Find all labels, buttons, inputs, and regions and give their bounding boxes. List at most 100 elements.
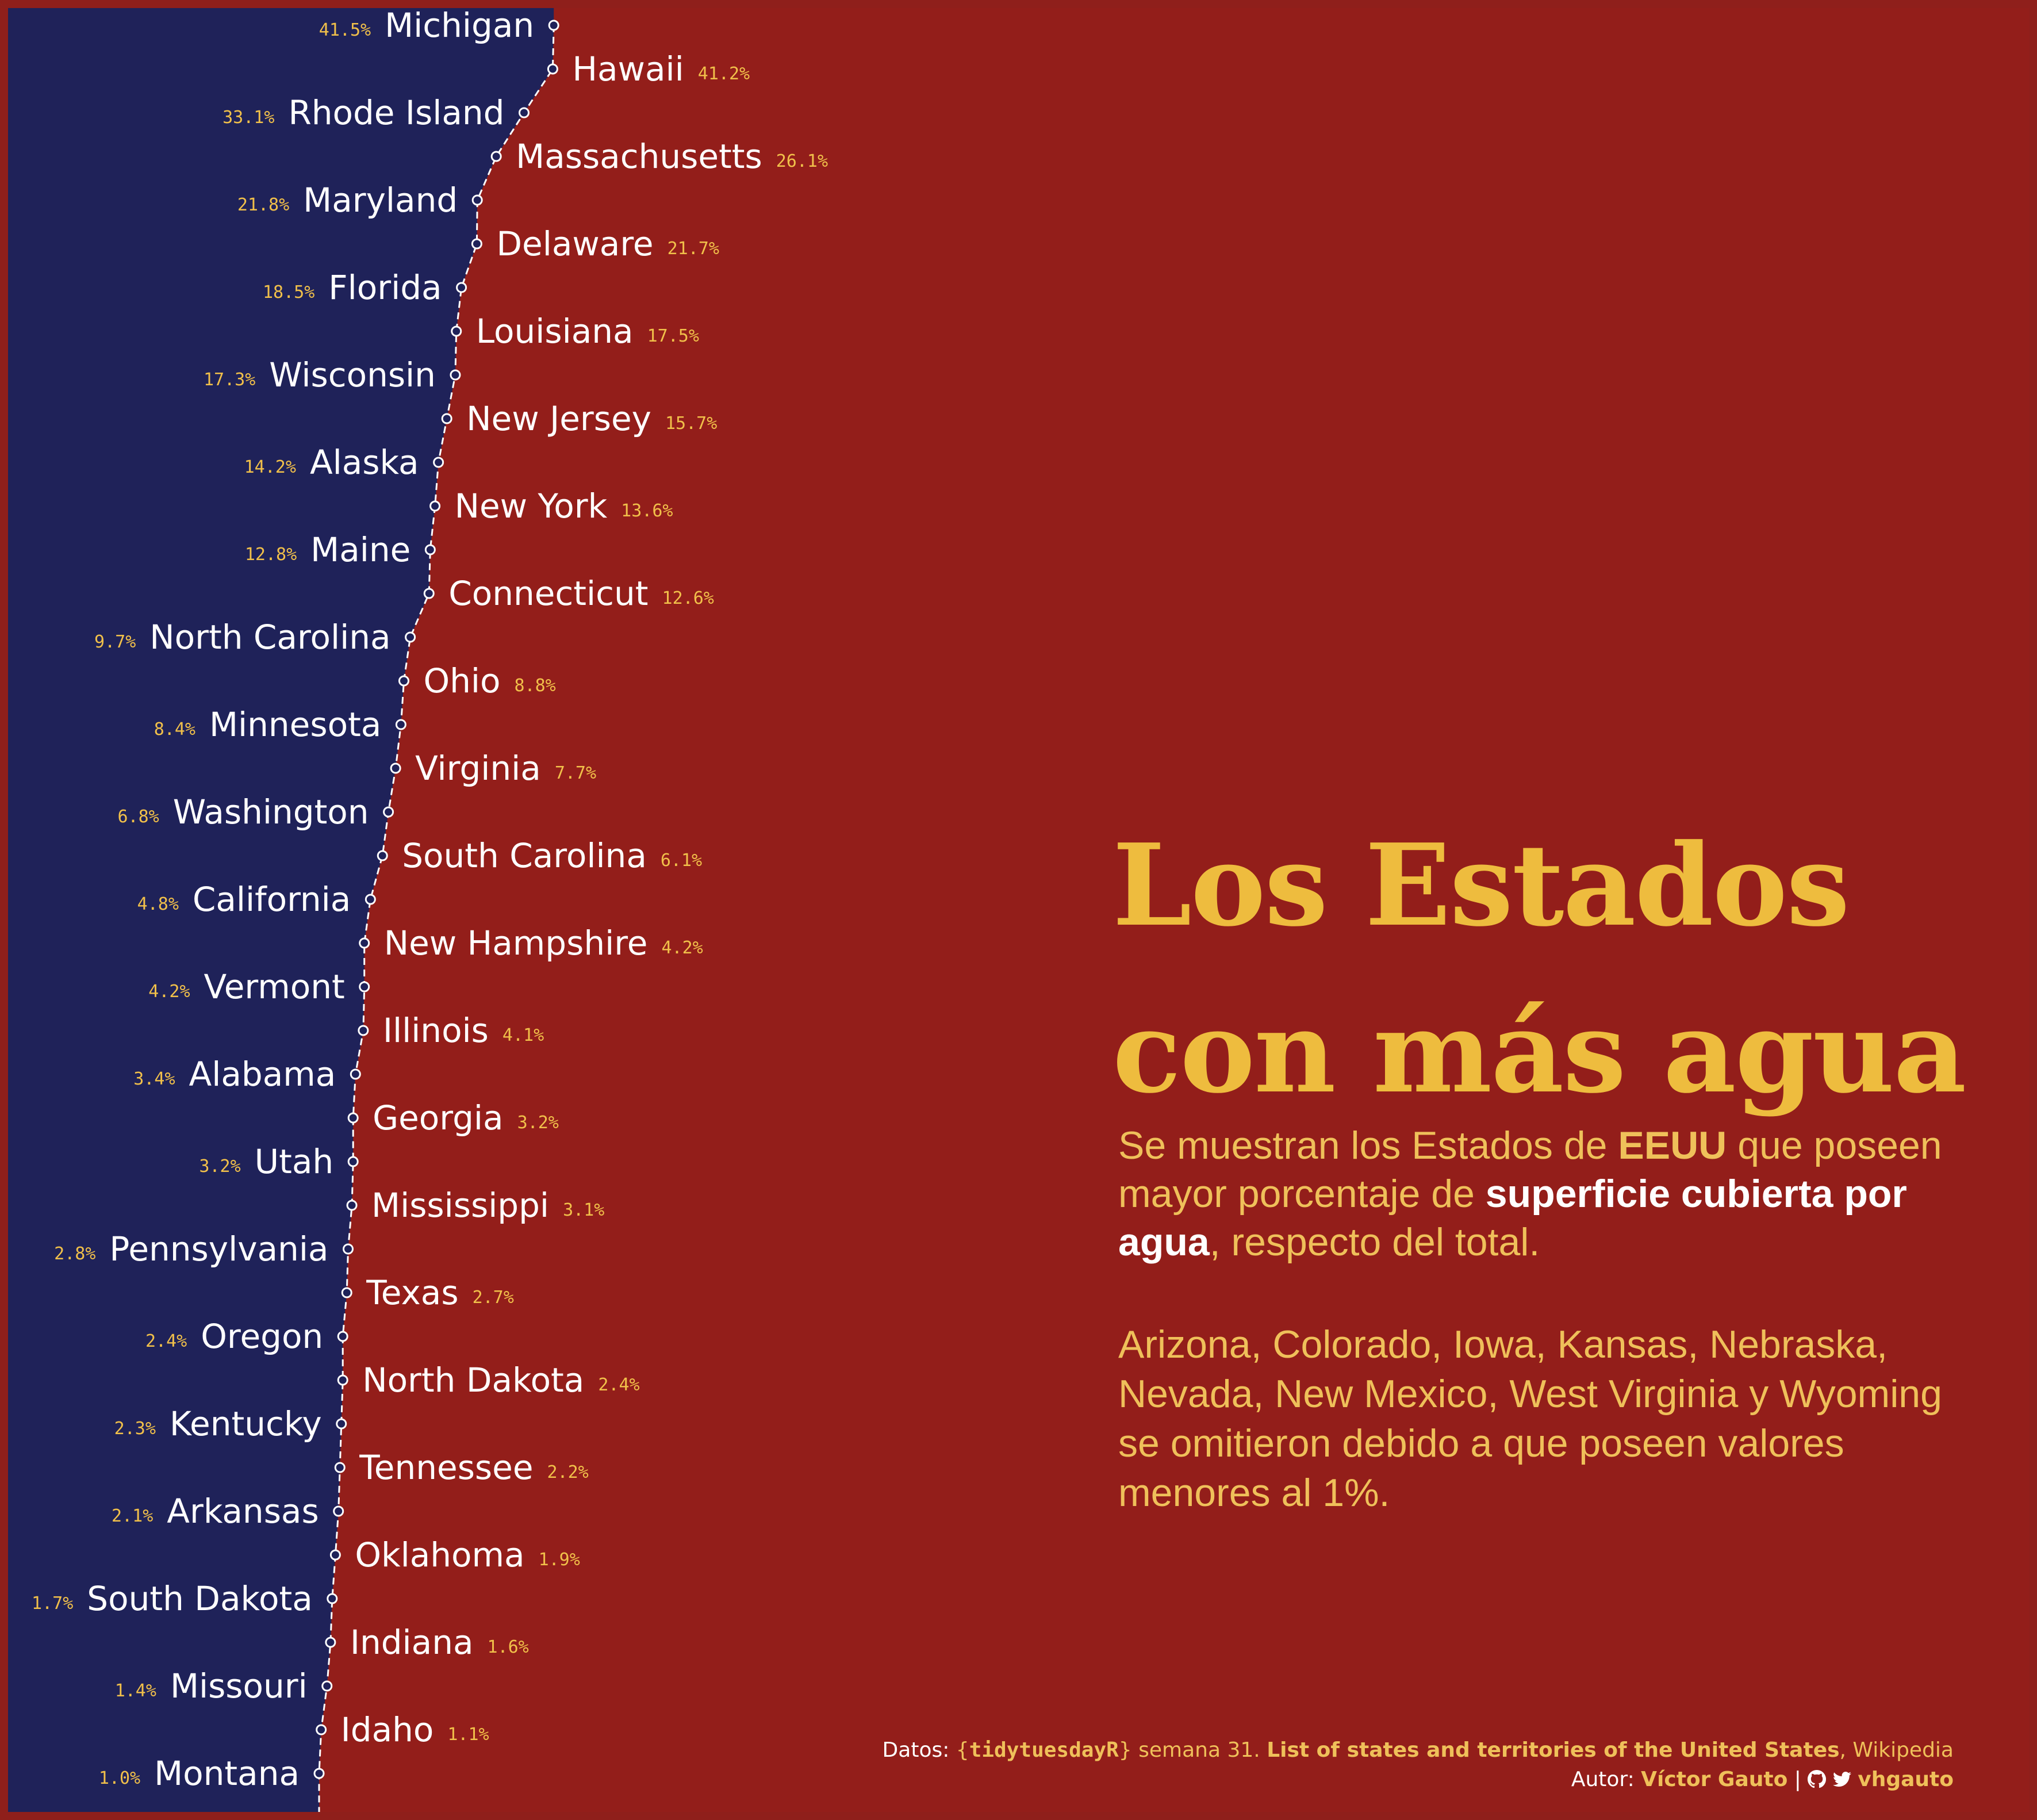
state-label: Rhode Island [288, 93, 504, 132]
state-point [423, 588, 435, 599]
state-point [316, 1724, 327, 1735]
value-label: 3.2% [517, 1113, 559, 1133]
state-point [334, 1462, 346, 1473]
description-highlight-eeuu: EEUU [1618, 1124, 1727, 1167]
state-point [365, 894, 376, 905]
state-label: Ohio [423, 661, 500, 700]
state-point [547, 63, 558, 75]
state-label: Georgia [373, 1098, 503, 1137]
title-line-2: con más agua [1113, 986, 1966, 1118]
value-label: 14.2% [244, 457, 296, 477]
value-label: 4.2% [661, 938, 703, 958]
value-label: 2.8% [54, 1244, 95, 1264]
state-point [405, 631, 416, 643]
chart-description: Se muestran los Estados de EEUU que pose… [1118, 1121, 1958, 1266]
state-point [337, 1331, 348, 1342]
value-label: 18.5% [263, 282, 314, 302]
state-label: South Dakota [87, 1579, 313, 1618]
state-point [450, 369, 461, 381]
state-point [325, 1637, 336, 1648]
state-point [518, 107, 530, 118]
state-label: South Carolina [402, 836, 647, 875]
state-point [433, 457, 444, 468]
state-label: Oklahoma [355, 1535, 524, 1574]
state-label: New York [455, 486, 608, 526]
state-label: Montana [154, 1754, 300, 1793]
state-label: Alaska [310, 443, 419, 482]
state-label: Arkansas [167, 1492, 319, 1531]
state-label: Louisiana [476, 312, 634, 351]
value-label: 2.7% [473, 1288, 514, 1308]
state-point [321, 1680, 333, 1692]
value-label: 8.8% [515, 676, 556, 696]
state-point [341, 1287, 352, 1298]
state-point [350, 1068, 361, 1080]
source-rest: , Wikipedia [1839, 1738, 1954, 1762]
value-label: 2.4% [598, 1375, 639, 1395]
title-line-1: Los Estados [1113, 819, 1850, 952]
package-name: tidytuesdayR [969, 1738, 1119, 1762]
author-line: Autor: Víctor Gauto | vhgauto [883, 1765, 1954, 1794]
state-point [398, 675, 409, 687]
state-point [347, 1112, 359, 1124]
value-label: 9.7% [94, 632, 136, 652]
state-point [377, 850, 388, 861]
state-label: California [193, 880, 351, 919]
author-handle: vhgauto [1858, 1768, 1954, 1791]
state-label: Indiana [350, 1623, 474, 1662]
value-label: 12.6% [662, 588, 714, 608]
state-label: Maryland [303, 181, 458, 220]
state-point [346, 1200, 358, 1211]
author-name: Víctor Gauto [1641, 1768, 1788, 1791]
value-label: 41.2% [698, 64, 750, 84]
state-label: Florida [328, 268, 442, 307]
state-label: New Hampshire [384, 924, 648, 963]
description-text-3: , respecto del total. [1209, 1220, 1540, 1264]
state-label: Texas [366, 1273, 458, 1312]
source-link[interactable]: List of states and territories of the Un… [1267, 1738, 1839, 1762]
value-label: 4.2% [148, 982, 190, 1002]
state-point [490, 151, 502, 162]
state-label: Washington [173, 792, 369, 832]
state-label: Hawaii [572, 49, 684, 89]
state-label: Kentucky [170, 1404, 322, 1443]
state-point [451, 325, 462, 337]
state-point [336, 1418, 347, 1430]
value-label: 2.1% [112, 1506, 153, 1526]
chart-title: Los Estados con más agua [1113, 802, 1975, 1136]
value-label: 1.1% [447, 1725, 489, 1745]
state-label: Alabama [189, 1055, 336, 1094]
credits: Datos: {tidytuesdayR} semana 31. List of… [883, 1735, 1954, 1794]
value-label: 21.8% [237, 195, 289, 215]
state-point [347, 1156, 359, 1167]
state-label: Vermont [204, 967, 345, 1006]
value-label: 41.5% [319, 20, 371, 40]
value-label: 15.7% [665, 413, 717, 434]
state-label: Virginia [415, 749, 541, 788]
state-label: Delaware [496, 224, 653, 263]
state-label: Maine [310, 530, 411, 569]
author-separator: | [1787, 1768, 1808, 1791]
data-prefix: Datos: [882, 1738, 956, 1762]
value-label: 3.4% [133, 1069, 175, 1089]
twitter-icon[interactable] [1832, 1770, 1851, 1788]
state-point [359, 937, 370, 949]
state-label: Minnesota [209, 705, 381, 744]
value-label: 4.1% [502, 1025, 544, 1045]
author-prefix: Autor: [1571, 1768, 1641, 1791]
state-label: Massachusetts [516, 137, 762, 176]
value-label: 1.0% [99, 1768, 140, 1788]
state-point [333, 1505, 344, 1517]
value-label: 13.6% [621, 501, 673, 521]
state-point [342, 1243, 354, 1255]
state-point [456, 282, 467, 293]
value-label: 1.9% [539, 1550, 580, 1570]
value-label: 17.3% [204, 370, 255, 390]
state-label: New Jersey [466, 399, 651, 438]
state-label: Oregon [201, 1317, 323, 1356]
value-label: 3.2% [199, 1156, 240, 1177]
github-icon[interactable] [1808, 1770, 1827, 1788]
state-point [395, 719, 406, 730]
value-label: 6.8% [117, 807, 159, 827]
description-text-1: Se muestran los Estados de [1118, 1124, 1618, 1167]
